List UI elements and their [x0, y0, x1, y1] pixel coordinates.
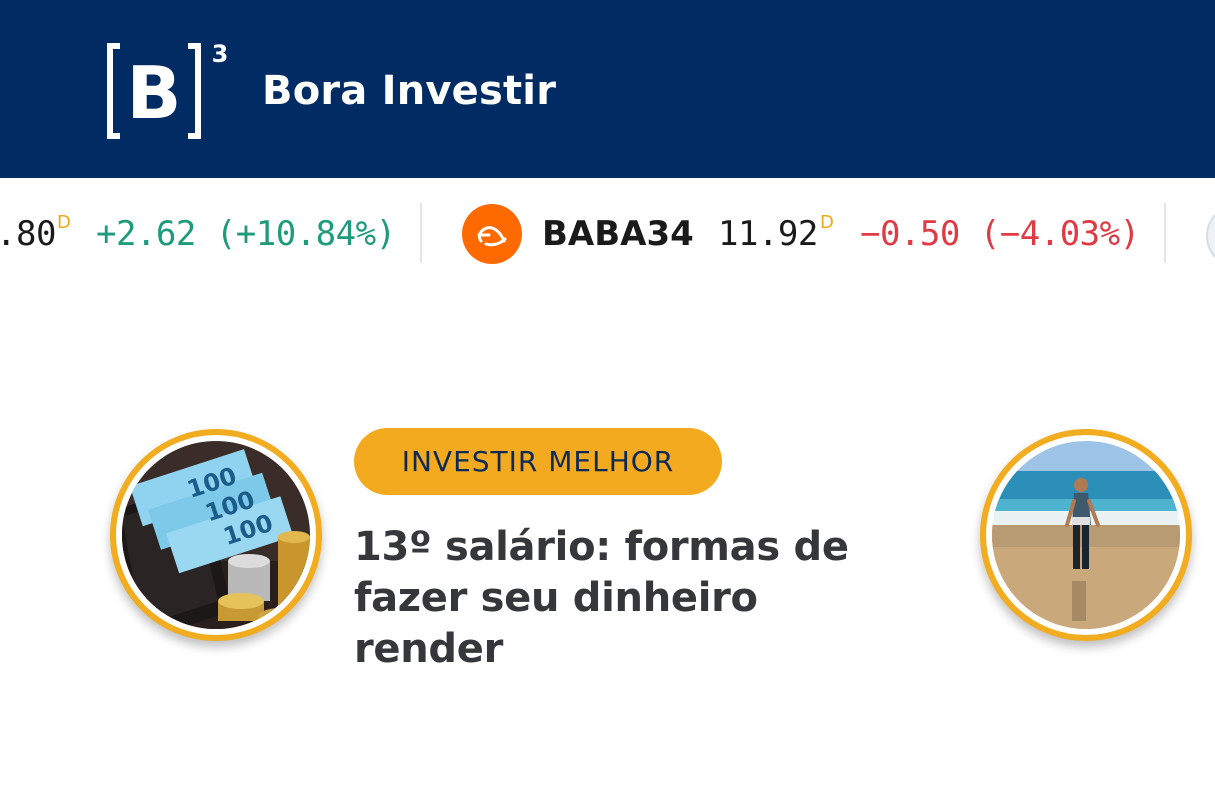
ticker-change: −0.50 (−4.03%)	[860, 214, 1140, 254]
article-headline[interactable]: 13º salário: formas de fazer seu dinheir…	[354, 522, 914, 675]
site-brand-name[interactable]: Bora Investir	[262, 66, 556, 116]
article-thumbnail-right[interactable]	[980, 429, 1192, 641]
money-wallet-image: 100 100 100	[122, 441, 310, 629]
ticker-change: +2.62 (+10.84%)	[96, 214, 396, 254]
alibaba-glyph	[477, 226, 507, 247]
ticker-delay-marker: D	[820, 212, 834, 233]
site-header: B 3 Bora Investir	[0, 0, 1215, 178]
article-thumbnail-left[interactable]: 100 100 100	[110, 429, 322, 641]
ticker-price: 11.92	[718, 214, 818, 254]
category-badge[interactable]: INVESTIR MELHOR	[354, 428, 722, 495]
alibaba-icon[interactable]	[462, 204, 522, 264]
ticker-symbol[interactable]: BABA34	[542, 212, 694, 256]
ticker-delay-marker: D	[57, 212, 71, 233]
b3-logo[interactable]: B 3	[104, 38, 234, 142]
logo-letter: B	[127, 51, 182, 135]
ticker-divider	[420, 203, 422, 263]
logo-superscript: 3	[212, 40, 229, 68]
beach-walk-image	[992, 441, 1180, 629]
ticker-divider	[1164, 203, 1166, 263]
ticker-price: .80	[0, 214, 56, 254]
